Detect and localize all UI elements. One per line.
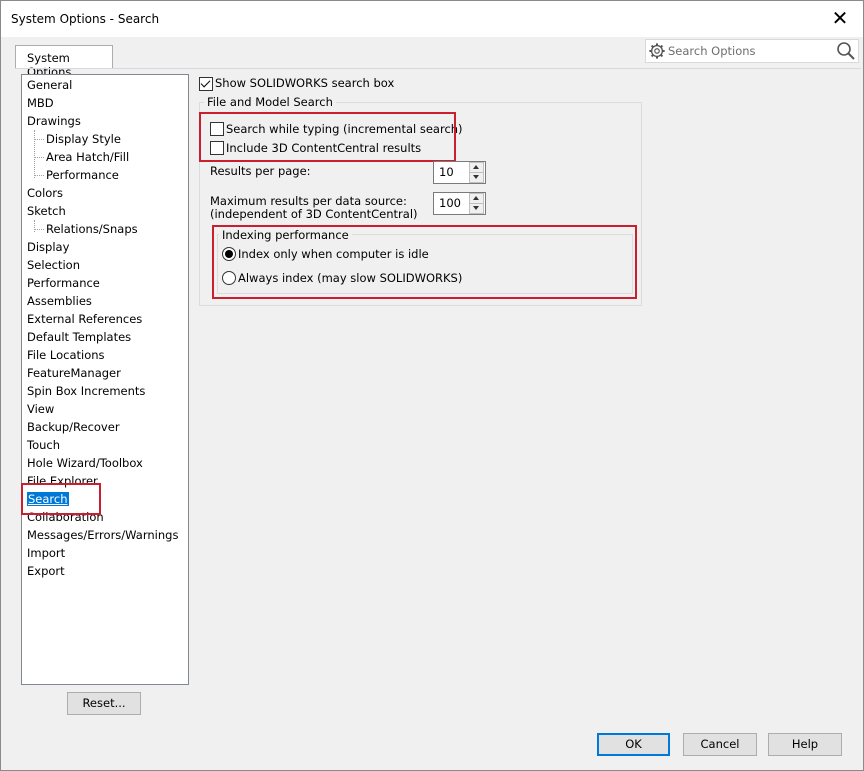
- results-per-page-value[interactable]: 10: [439, 165, 454, 179]
- tree-connector: [35, 157, 44, 159]
- max-results-label-line1: Maximum results per data source:: [210, 194, 407, 208]
- tab-divider: [15, 68, 861, 69]
- spin-down-icon[interactable]: [469, 203, 484, 214]
- tree-item-assemblies[interactable]: Assemblies: [27, 294, 92, 308]
- window-title: System Options - Search: [11, 12, 160, 26]
- tab-system-options[interactable]: System Options: [15, 45, 113, 79]
- tree-item-area-hatch-fill[interactable]: Area Hatch/Fill: [46, 150, 129, 164]
- tree-item-messages-errors-warnings[interactable]: Messages/Errors/Warnings: [27, 528, 178, 542]
- results-per-page-spinbox[interactable]: 10: [433, 161, 486, 184]
- tree-item-export[interactable]: Export: [27, 564, 65, 578]
- highlight-box-search-options: [199, 112, 456, 162]
- options-tree[interactable]: General MBD Drawings Display Style Area …: [21, 74, 189, 685]
- tree-item-spin-box-increments[interactable]: Spin Box Increments: [27, 384, 145, 398]
- tree-item-file-locations[interactable]: File Locations: [27, 348, 105, 362]
- tree-item-view[interactable]: View: [27, 402, 54, 416]
- tree-item-default-templates[interactable]: Default Templates: [27, 330, 131, 344]
- system-options-dialog: System Options - Search ✕ System Options…: [0, 0, 864, 771]
- tree-item-backup-recover[interactable]: Backup/Recover: [27, 420, 120, 434]
- tree-item-sketch[interactable]: Sketch: [27, 204, 66, 218]
- results-per-page-label: Results per page:: [210, 164, 311, 178]
- max-results-label-line2: (independent of 3D ContentCentral): [210, 207, 418, 221]
- max-results-spinbox[interactable]: 100: [433, 192, 486, 215]
- tree-item-colors[interactable]: Colors: [27, 186, 63, 200]
- cancel-button[interactable]: Cancel: [683, 733, 757, 756]
- tree-item-relations-snaps[interactable]: Relations/Snaps: [46, 222, 138, 236]
- reset-button[interactable]: Reset...: [67, 692, 141, 715]
- tree-item-featuremanager[interactable]: FeatureManager: [27, 366, 121, 380]
- tree-connector: [35, 175, 44, 177]
- show-search-box-checkbox[interactable]: [199, 77, 213, 91]
- tree-item-mbd[interactable]: MBD: [27, 96, 54, 110]
- close-icon[interactable]: ✕: [817, 1, 863, 37]
- tree-connector: [34, 130, 36, 178]
- tree-item-performance[interactable]: Performance: [27, 276, 100, 290]
- max-results-value[interactable]: 100: [439, 196, 461, 210]
- highlight-box-search-item: [21, 483, 101, 515]
- gear-icon[interactable]: [648, 42, 666, 60]
- tree-item-external-references[interactable]: External References: [27, 312, 142, 326]
- tree-item-import[interactable]: Import: [27, 546, 65, 560]
- tree-item-display-style[interactable]: Display Style: [46, 132, 121, 146]
- title-bar: System Options - Search ✕: [1, 1, 863, 37]
- tree-item-selection[interactable]: Selection: [27, 258, 80, 272]
- file-model-search-group-label: File and Model Search: [204, 95, 336, 109]
- help-button[interactable]: Help: [768, 733, 842, 756]
- tree-connector: [35, 229, 44, 231]
- highlight-box-indexing: [212, 225, 637, 299]
- tree-item-touch[interactable]: Touch: [27, 438, 60, 452]
- tree-item-display[interactable]: Display: [27, 240, 69, 254]
- tree-item-hole-wizard-toolbox[interactable]: Hole Wizard/Toolbox: [27, 456, 143, 470]
- show-search-box-label: Show SOLIDWORKS search box: [215, 76, 395, 90]
- tree-item-drawings[interactable]: Drawings: [27, 114, 81, 128]
- search-placeholder: Search Options: [668, 44, 756, 58]
- search-icon[interactable]: [836, 41, 856, 61]
- ok-button[interactable]: OK: [597, 733, 670, 756]
- spin-down-icon[interactable]: [469, 172, 484, 183]
- search-options-input[interactable]: Search Options: [645, 39, 859, 63]
- tree-item-general[interactable]: General: [27, 78, 72, 92]
- tree-item-drawings-performance[interactable]: Performance: [46, 168, 119, 182]
- tree-connector: [35, 139, 44, 141]
